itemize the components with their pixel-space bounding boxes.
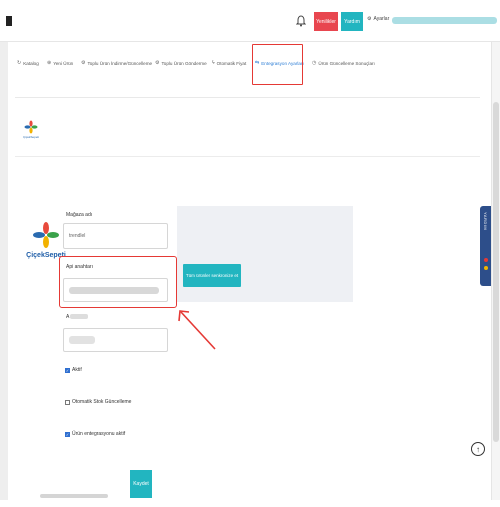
tab-label: Otomatik Fiyat bbox=[216, 60, 247, 66]
product-integration-checkbox[interactable]: ✓ Ürün entegrasyonu aktif bbox=[65, 431, 125, 437]
app-logo[interactable] bbox=[6, 16, 12, 26]
checkbox-label: Ürün entegrasyonu aktif bbox=[72, 431, 126, 437]
tab-label: Toplu Ürün İndirme/Güncelleme bbox=[87, 60, 153, 66]
bell-icon[interactable] bbox=[296, 15, 306, 27]
store-name-input[interactable]: trendlel bbox=[63, 223, 168, 249]
active-tab-highlight bbox=[252, 44, 303, 85]
plus-icon: ⊕ bbox=[47, 60, 52, 66]
scrollbar-thumb[interactable] bbox=[493, 102, 499, 442]
secret-field-input[interactable] bbox=[63, 328, 168, 352]
help-button[interactable]: Yardım bbox=[341, 12, 363, 31]
tab-auto-price[interactable]: ϟ Otomatik Fiyat bbox=[212, 60, 246, 66]
gear-icon: ⚙ bbox=[367, 16, 372, 22]
tab-label: Katalog bbox=[23, 60, 39, 66]
info-panel bbox=[177, 206, 353, 302]
flower-logo-icon bbox=[33, 222, 59, 248]
checkbox-unchecked-icon bbox=[65, 399, 70, 405]
api-key-highlight bbox=[59, 256, 177, 308]
active-checkbox[interactable]: ✓ Aktif bbox=[65, 367, 82, 373]
secret-field-label: A bbox=[66, 314, 89, 320]
sync-all-products-button[interactable]: Tüm ürünler senkronize et bbox=[183, 264, 241, 287]
horizontal-scrollbar[interactable] bbox=[40, 494, 108, 498]
secret-field-label-text: A bbox=[66, 314, 70, 320]
top-bar: Yenilikler Yardım ⚙ Ayarlar bbox=[0, 0, 500, 42]
marketplace-logo-small: ÇiçekSepeti bbox=[22, 120, 40, 144]
auto-stock-checkbox[interactable]: Otomatik Stok Güncelleme bbox=[65, 399, 131, 405]
settings-label: Ayarlar bbox=[373, 16, 390, 22]
checkbox-label: Aktif bbox=[72, 367, 82, 373]
tab-new-product[interactable]: ⊕ Yeni Ürün bbox=[47, 60, 73, 66]
settings-link[interactable]: ⚙ Ayarlar bbox=[367, 16, 389, 22]
tab-katalog[interactable]: ↻ Katalog bbox=[17, 60, 39, 66]
tab-label: Toplu Ürün Gönderme bbox=[161, 60, 207, 66]
scroll-to-top-icon[interactable]: ↑ bbox=[471, 442, 485, 456]
checkbox-checked-icon: ✓ bbox=[65, 367, 70, 373]
store-name-label: Mağaza adı bbox=[66, 212, 93, 218]
help-side-label: YARDIM bbox=[483, 212, 488, 231]
flower-logo-icon bbox=[24, 120, 38, 134]
divider bbox=[15, 156, 480, 157]
left-rail bbox=[0, 42, 8, 500]
tab-bulk-send[interactable]: ⚙ Toplu Ürün Gönderme bbox=[155, 60, 207, 66]
tab-bulk-update[interactable]: ⚙ Toplu Ürün İndirme/Güncelleme bbox=[81, 60, 152, 66]
bolt-icon: ϟ bbox=[212, 60, 215, 66]
user-account-redacted[interactable] bbox=[392, 17, 497, 24]
status-dot-yellow bbox=[484, 266, 488, 270]
whats-new-button[interactable]: Yenilikler bbox=[314, 12, 338, 31]
save-button[interactable]: Kaydet bbox=[130, 470, 152, 498]
tab-label: Ürün Güncelleme Sonuçları bbox=[318, 60, 375, 66]
gear-icon: ⚙ bbox=[81, 60, 86, 66]
secret-value-redacted bbox=[69, 336, 95, 344]
vertical-scrollbar[interactable] bbox=[491, 42, 500, 500]
store-name-value: trendlel bbox=[69, 233, 86, 239]
status-dot-red bbox=[484, 258, 488, 262]
clock-icon: ◷ bbox=[312, 60, 317, 66]
tab-update-results[interactable]: ◷ Ürün Güncelleme Sonuçları bbox=[312, 60, 375, 66]
gear-icon: ⚙ bbox=[155, 60, 160, 66]
refresh-icon: ↻ bbox=[17, 60, 22, 66]
marketplace-logo: ÇiçekSepeti bbox=[26, 222, 66, 268]
brand-caption: ÇiçekSepeti bbox=[22, 135, 39, 139]
checkbox-checked-icon: ✓ bbox=[65, 431, 70, 437]
label-redacted bbox=[70, 314, 89, 320]
annotation-arrow-icon bbox=[178, 310, 216, 350]
checkbox-label: Otomatik Stok Güncelleme bbox=[72, 399, 132, 405]
tab-label: Yeni Ürün bbox=[53, 60, 74, 66]
